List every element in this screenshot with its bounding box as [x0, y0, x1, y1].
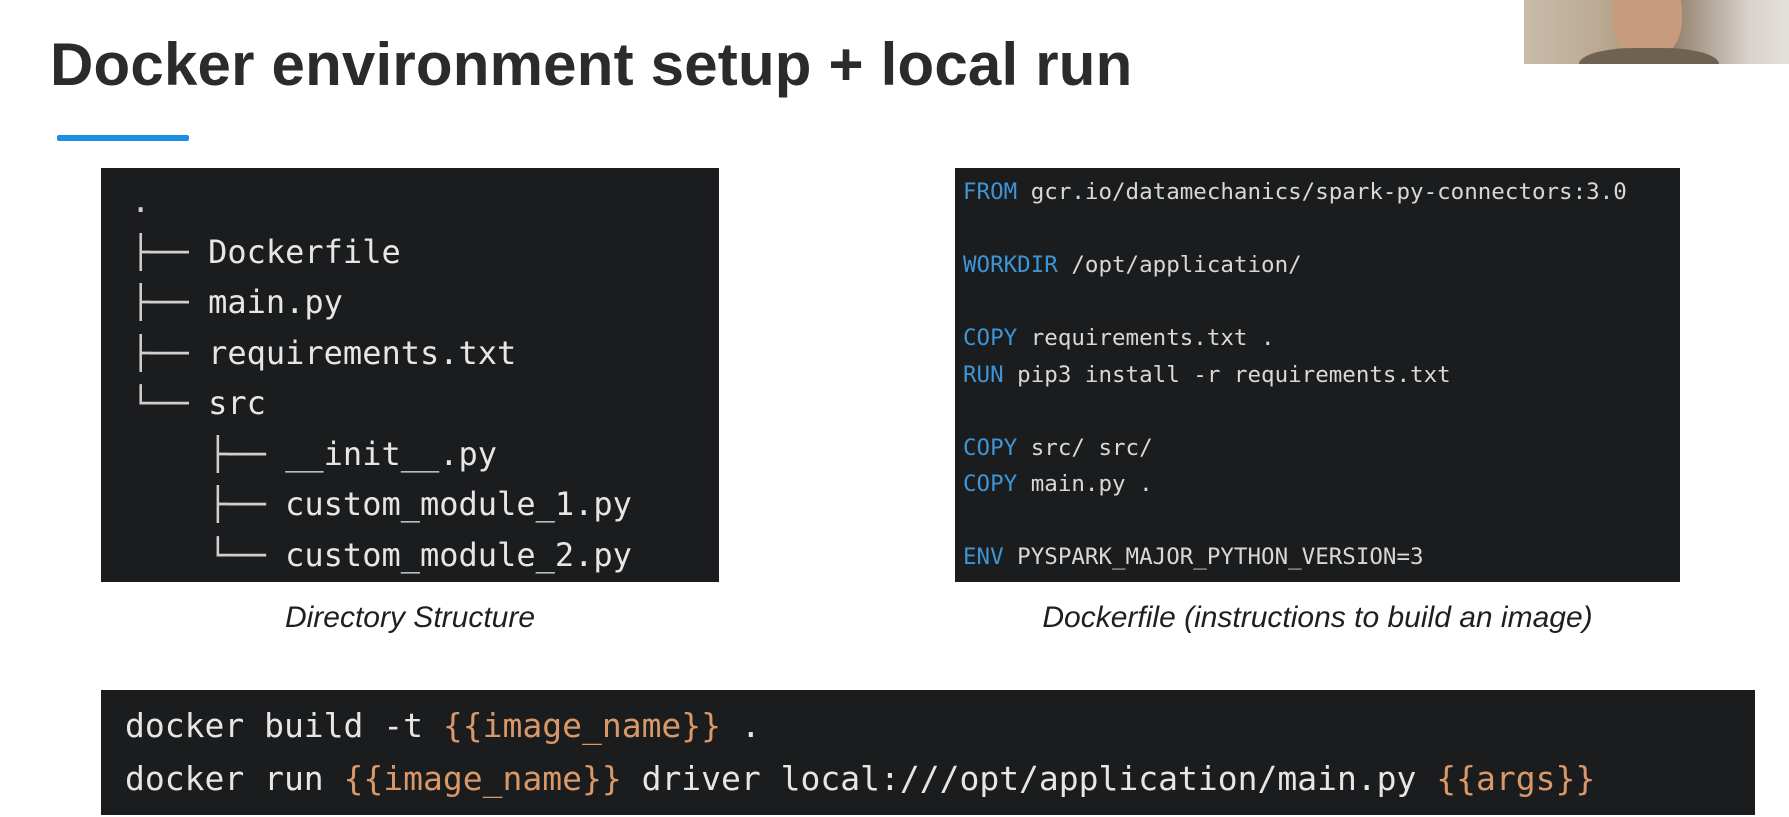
code-keyword: WORKDIR	[963, 252, 1058, 278]
tree-branch: .	[131, 182, 151, 220]
code-line: RUN pip3 install -r requirements.txt	[963, 357, 1680, 394]
code-line: WORKDIR /opt/application/	[963, 247, 1680, 284]
code-keyword: COPY	[963, 434, 1018, 461]
docker-build-command: docker build -t {{image_name}} .	[125, 699, 1755, 752]
tree-branch: ├──	[131, 283, 209, 321]
presenter-shirt	[1579, 48, 1719, 64]
code-line: COPY main.py .	[963, 466, 1680, 503]
tree-branch: ├──	[131, 333, 209, 372]
command-text: driver local:///opt/application/main.py	[621, 759, 1437, 798]
args-placeholder: {{args}}	[1436, 759, 1596, 798]
tree-line-root: .	[131, 176, 719, 227]
tree-line-module-2: └── custom_module_2.py	[131, 530, 719, 581]
tree-line-init: ├── __init__.py	[131, 429, 719, 480]
tree-line-main-py: ├── main.py	[131, 277, 719, 328]
tree-branch: ├──	[131, 434, 286, 473]
tree-line-src: └── src	[131, 378, 719, 429]
image-name-placeholder: {{image_name}}	[343, 759, 622, 798]
presenter-webcam-thumbnail	[1524, 0, 1789, 64]
code-line: COPY src/ src/	[963, 430, 1680, 467]
code-text: src/ src/	[1017, 434, 1153, 461]
code-text: main.py .	[1017, 471, 1153, 497]
command-text: docker run	[125, 759, 344, 798]
directory-structure-panel: . ├── Dockerfile ├── main.py ├── require…	[101, 168, 719, 582]
tree-line-requirements: ├── requirements.txt	[131, 328, 719, 379]
tree-entry-name: main.py	[208, 283, 343, 321]
title-underline	[57, 135, 189, 141]
code-keyword: FROM	[963, 179, 1018, 205]
dockerfile-caption: Dockerfile (instructions to build an ima…	[1042, 601, 1593, 634]
tree-branch: ├──	[131, 485, 286, 523]
directory-structure-caption: Directory Structure	[284, 601, 536, 634]
code-keyword: RUN	[963, 361, 1004, 388]
tree-branch: └──	[131, 535, 286, 574]
docker-commands-panel: docker build -t {{image_name}} . docker …	[101, 690, 1755, 815]
code-keyword: COPY	[963, 325, 1018, 351]
code-text: pip3 install -r requirements.txt	[1003, 361, 1451, 388]
tree-entry-name: src	[208, 384, 266, 422]
code-text: gcr.io/datamechanics/spark-py-connectors…	[1017, 179, 1627, 205]
code-text: PYSPARK_MAJOR_PYTHON_VERSION=3	[1003, 544, 1424, 570]
dockerfile-panel: FROM gcr.io/datamechanics/spark-py-conne…	[955, 168, 1680, 582]
code-keyword: ENV	[963, 544, 1004, 570]
code-line: COPY requirements.txt .	[963, 320, 1680, 357]
command-text: docker build -t	[125, 706, 443, 745]
docker-run-command: docker run {{image_name}} driver local:/…	[125, 752, 1755, 805]
command-text: .	[721, 706, 761, 745]
tree-entry-name: Dockerfile	[208, 232, 401, 271]
code-text: requirements.txt .	[1017, 325, 1275, 351]
code-line: FROM gcr.io/datamechanics/spark-py-conne…	[963, 174, 1680, 211]
tree-entry-name: custom_module_2.py	[285, 535, 632, 574]
code-line: ENV PYSPARK_MAJOR_PYTHON_VERSION=3	[963, 539, 1680, 576]
tree-entry-name: __init__.py	[285, 434, 498, 473]
code-text: /opt/application/	[1057, 252, 1302, 278]
tree-entry-name: custom_module_1.py	[285, 485, 632, 523]
tree-entry-name: requirements.txt	[208, 333, 517, 372]
code-keyword: COPY	[963, 471, 1018, 497]
tree-line-module-1: ├── custom_module_1.py	[131, 479, 719, 530]
tree-branch: ├──	[131, 232, 209, 271]
image-name-placeholder: {{image_name}}	[442, 706, 722, 745]
slide-title: Docker environment setup + local run	[50, 31, 1133, 98]
tree-line-dockerfile: ├── Dockerfile	[131, 227, 719, 278]
tree-branch: └──	[131, 384, 209, 422]
